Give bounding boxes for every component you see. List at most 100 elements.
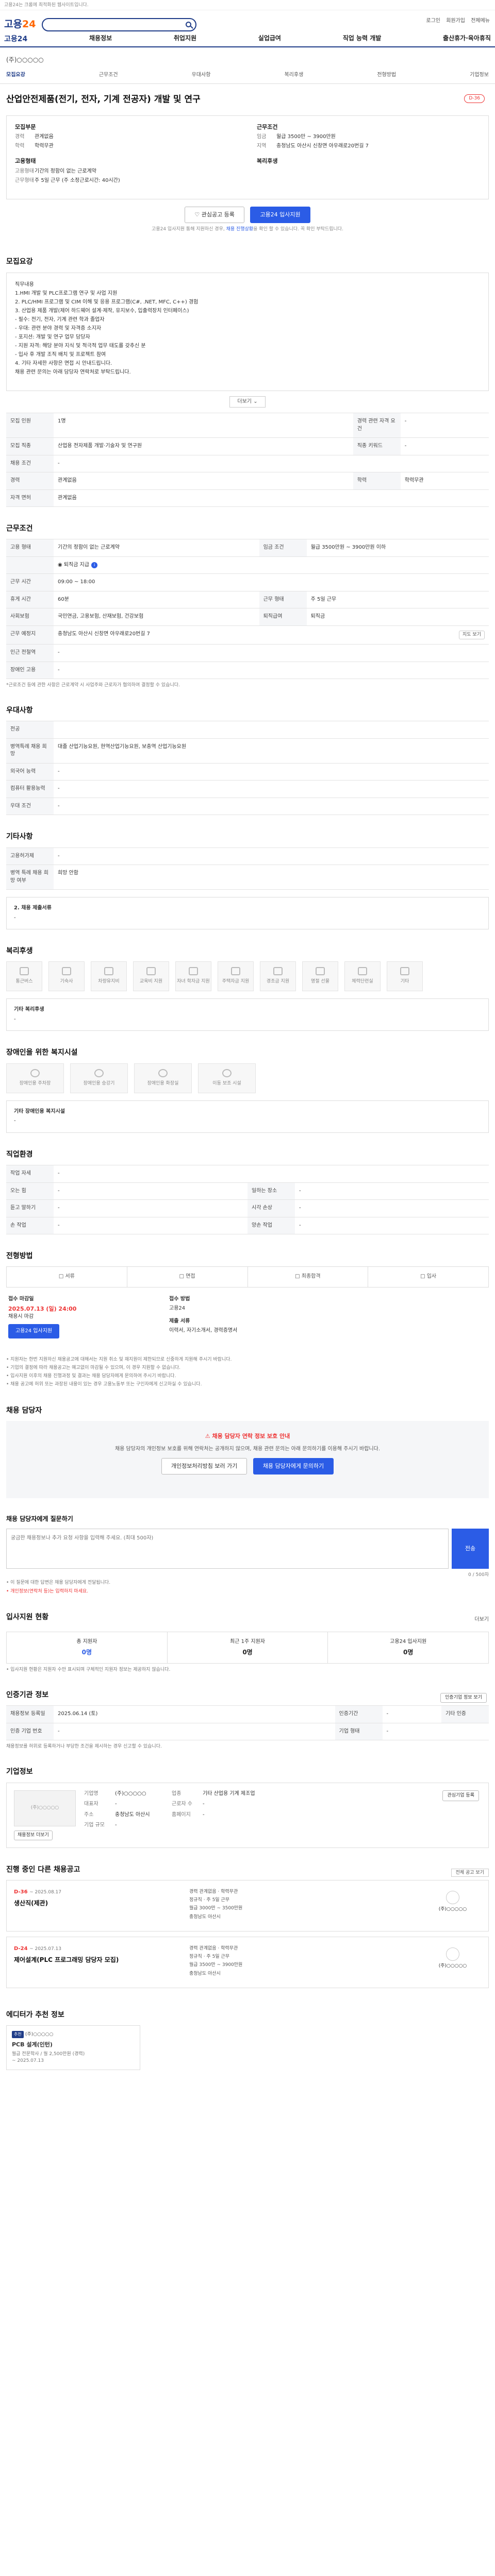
welfare-label: 체력단련실	[352, 979, 373, 985]
all-jobs-button[interactable]: 전체 공고 보기	[451, 1868, 489, 1877]
company-value: 기타 산업용 기계 제조업	[203, 1790, 255, 1797]
send-button[interactable]: 전송	[452, 1529, 489, 1569]
question-input[interactable]	[6, 1529, 449, 1569]
table-header-cell: 근무 형태	[259, 590, 307, 609]
note-suffix: 을 확인 할 수 있습니다. 꼭 확인 부탁드립니다.	[253, 227, 343, 232]
all-menu-link[interactable]: 전체메뉴	[471, 18, 490, 24]
welfare-label: 경조금 지원	[266, 979, 290, 985]
table-row: 손 작업 - 양손 작업 -	[6, 1216, 489, 1235]
more-button[interactable]: 더보기 ⌄	[229, 396, 266, 408]
table-cell: 학력무관	[400, 472, 489, 490]
gnb-jobs[interactable]: 채용정보	[89, 34, 112, 44]
welfare-item: 교육비 지원	[133, 961, 169, 992]
progress-link[interactable]: 채용 진행상황	[226, 227, 254, 232]
stat-label: 최근 1주 지원자	[230, 1639, 265, 1645]
holiday-icon	[316, 967, 325, 976]
section-title: 입사지원 현황	[6, 1613, 49, 1621]
scrap-button[interactable]: ♡ 관심공고 등록	[185, 207, 244, 224]
gnb-unemployment-benefit[interactable]: 실업급여	[258, 34, 281, 44]
more-icon	[400, 967, 409, 976]
table-header-cell: 기업 형태	[335, 1722, 383, 1741]
gnb-job-training[interactable]: 직업 능력 개발	[343, 34, 382, 44]
disability-section: 장애인을 위한 복지시설 장애인용 주차장 장애인용 승강기 장애인용 화장실 …	[6, 1034, 489, 1136]
flow-step: □ 서류	[7, 1267, 127, 1287]
logo-number: 24	[22, 19, 36, 30]
parking-icon	[30, 1069, 40, 1077]
gnb-home[interactable]: 고용24	[4, 34, 27, 44]
table-cell: -	[54, 847, 489, 866]
welfare-item: 경조금 지원	[260, 961, 296, 992]
table-cell: 산업용 전자제품 개발·기술자 및 연구원	[54, 437, 353, 455]
recommend-title[interactable]: PCB 설계(인턴)	[12, 2041, 135, 2049]
apply-button[interactable]: 고용24 입사지원	[250, 207, 310, 224]
tab-selection[interactable]: 전형방법	[377, 72, 396, 79]
welfare-item: 체력단련실	[344, 961, 381, 992]
section-title: 인증기관 정보	[6, 1690, 49, 1699]
site-logo[interactable]: 고용24	[4, 18, 36, 32]
search-input[interactable]	[47, 19, 182, 30]
preference-table: 전공 병역특례 채용 희망 대졸 산업기능요원, 현역산업기능요원, 보충역 산업…	[6, 721, 489, 816]
search-icon[interactable]	[185, 21, 191, 27]
gnb-parental-leave[interactable]: 출산휴가·육아휴직	[443, 34, 491, 44]
table-row: 근무 시간 09:00 ~ 18:00	[6, 573, 489, 591]
welfare-etc-title: 기타 복리후생	[14, 1007, 44, 1013]
tab-recruit[interactable]: 모집요강	[6, 72, 25, 79]
card-title[interactable]: 생산직(제관)	[14, 1899, 189, 1908]
table-cell: -	[54, 661, 489, 680]
etc-section: 기타사항 고용허가제 - 병역 특례 채용 희망 여부 희망 안함 2. 채용 제출…	[6, 818, 489, 933]
table-cell: 1명	[54, 413, 353, 438]
table-row: 휴게 시간 60분 근무 형태 주 5일 근무	[6, 590, 489, 609]
company-logo-icon	[446, 1890, 459, 1904]
table-row: ◉ 퇴직금 지급 i	[6, 556, 489, 574]
gnb-employment-support[interactable]: 취업지원	[174, 34, 196, 44]
login-link[interactable]: 로그인	[426, 18, 440, 24]
disability-etc-box: 기타 장애인용 복지시설 -	[6, 1100, 489, 1133]
company-value: 충청남도 아산시	[115, 1811, 150, 1818]
dday-badge: D-36	[464, 94, 485, 103]
info-icon[interactable]: i	[91, 562, 98, 568]
summary-row: 경력 관계없음	[15, 133, 238, 141]
stats-more[interactable]: 더보기	[474, 1616, 489, 1624]
tab-conditions[interactable]: 근무조건	[99, 72, 118, 79]
job-card[interactable]: D-24 ~ 2025.07.13 제어설계(PLC 프로그래밍 담당자 모집)…	[6, 1936, 489, 1988]
inquire-button[interactable]: 채용 담당자에게 문의하기	[253, 1458, 334, 1475]
job-card[interactable]: D-36 ~ 2025.08.17 생산직(제관) 경력 관계없음 · 학력무관…	[6, 1879, 489, 1931]
section-title: 전형방법	[6, 1252, 33, 1261]
card-line: 월급 3500만 ~ 3900만원	[189, 1962, 243, 1968]
tab-preference[interactable]: 우대사항	[192, 72, 211, 79]
recommend-item[interactable]: 추천 (주)○○○○○ PCB 설계(인턴) 월급 전문학사 / 월 2,500…	[6, 2025, 140, 2070]
char-counter: 0 / 500자	[468, 1572, 489, 1578]
company-row: 주소 충청남도 아산시 홈페이지 -	[84, 1811, 440, 1819]
selection-section: 전형방법 □ 서류 □ 면접 □ 최종합격 □ 입사 접수 마감일 2025.0…	[6, 1238, 489, 1392]
signup-link[interactable]: 회원가입	[446, 18, 465, 24]
recommend-line: ~ 2025.07.13	[12, 2058, 44, 2063]
table-row: 사회보험 국민연금, 고용보험, 산재보험, 건강보험 퇴직급여 퇴직금	[6, 608, 489, 626]
follow-company-button[interactable]: 관심기업 등록	[442, 1790, 479, 1801]
card-title[interactable]: 제어설계(PLC 프로그래밍 담당자 모집)	[14, 1956, 189, 1964]
more-jobs-button[interactable]: 채용정보 더보기	[14, 1830, 53, 1840]
card-left: D-36 ~ 2025.08.17 생산직(제관)	[14, 1888, 189, 1924]
company-name[interactable]: (주)○○○○○	[6, 56, 489, 64]
tab-company[interactable]: 기업정보	[470, 72, 489, 79]
tab-welfare[interactable]: 복리후생	[284, 72, 303, 79]
dorm-icon	[62, 967, 71, 976]
privacy-button[interactable]: 개인정보처리방침 보러 가기	[161, 1458, 248, 1475]
apply-button-2[interactable]: 고용24 입사지원	[8, 1324, 60, 1339]
apply-note: 고용24 입사지원 통해 지원하신 경우, 채용 진행상황을 확인 할 수 있습…	[0, 226, 495, 233]
card-details: 경력 관계없음 · 학력무관 정규직 · 주 5일 근무 월급 3000만 ~ …	[189, 1888, 424, 1924]
bus-icon	[20, 967, 29, 976]
card-right: (주)○○○○○	[424, 1888, 481, 1924]
notice-item: • 채용 공고에 허위 또는 과장된 내용이 있는 경우 고용노동부 또는 구인…	[6, 1382, 202, 1387]
table-header-cell	[6, 556, 54, 574]
table-header-cell: 외국어 능력	[6, 762, 54, 781]
table-header-cell: 병역특례 채용 희망	[6, 738, 54, 764]
docs-value: 이력서, 자기소개서, 경력증명서	[169, 1328, 238, 1334]
table-cell: -	[54, 1165, 489, 1183]
cert-info-button[interactable]: 인증기업 정보 보기	[440, 1692, 487, 1703]
facility-item: 장애인용 화장실	[134, 1063, 192, 1093]
qa-note: • 개인정보(연락처 등)는 입력하지 마세요.	[6, 1588, 89, 1594]
welfare-label: 차량유지비	[98, 979, 120, 985]
section-title: 장애인을 위한 복지시설	[6, 1048, 78, 1057]
table-row: 우대 조건 -	[6, 797, 489, 816]
map-button[interactable]: 지도 보기	[459, 630, 485, 640]
